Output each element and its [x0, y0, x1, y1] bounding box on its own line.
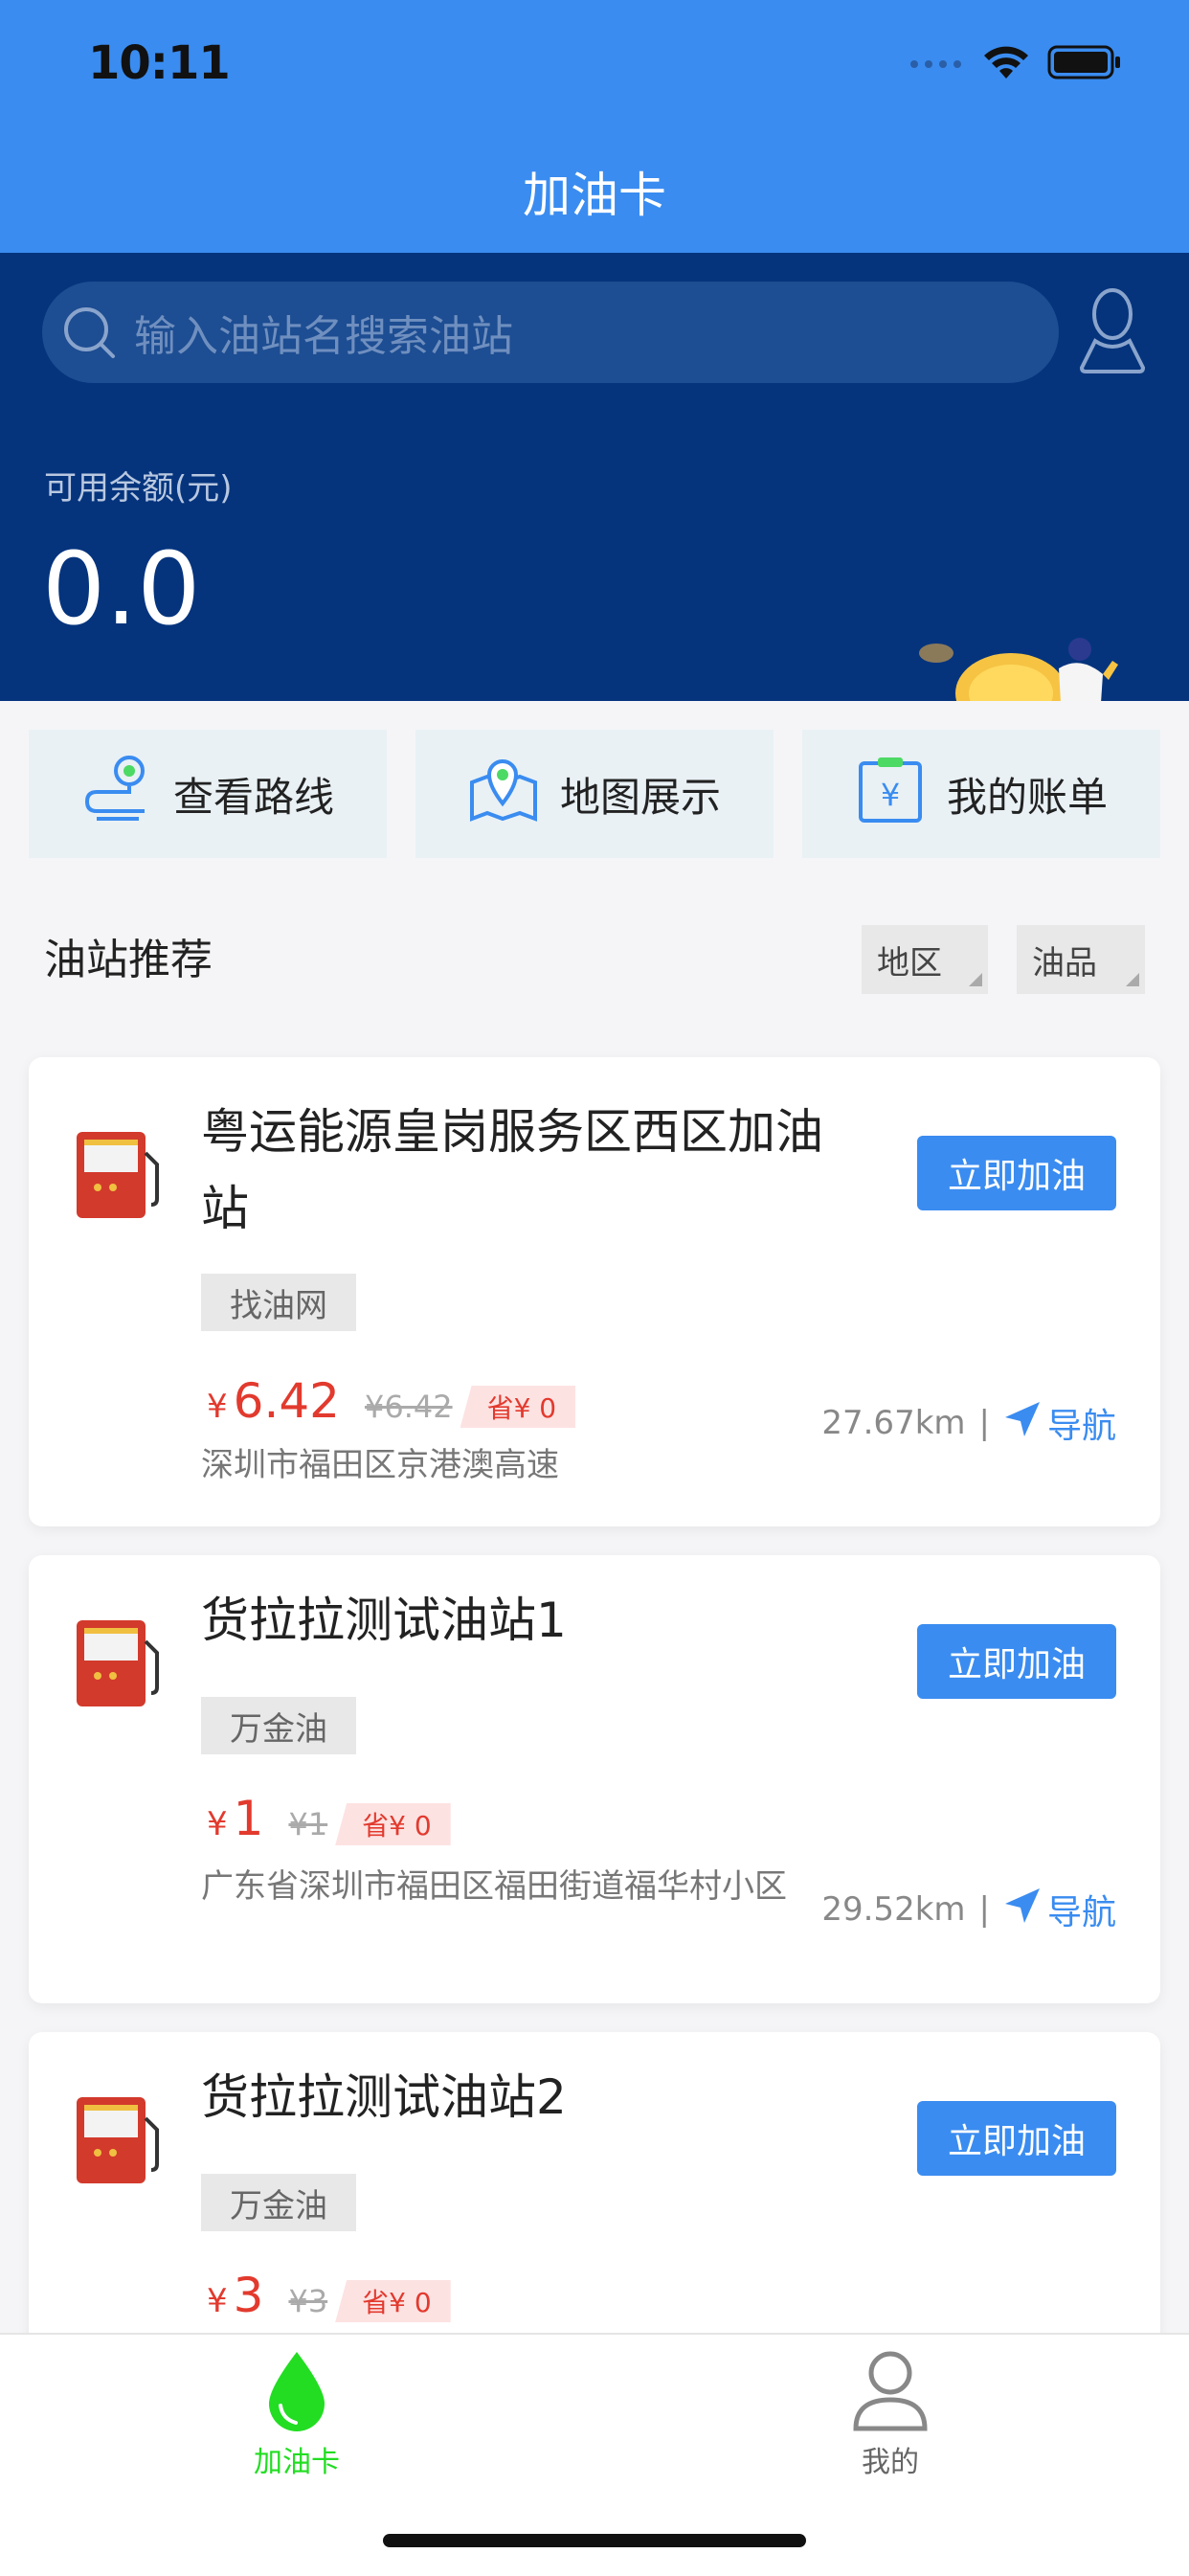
distance: 27.67km — [821, 1404, 966, 1442]
dropdown-indicator-icon — [969, 973, 982, 986]
balance-label: 可用余额(元) — [44, 469, 233, 508]
tab-fuel-card[interactable]: 加油卡 — [153, 2350, 440, 2480]
person-icon — [747, 2350, 1034, 2436]
coin-illustration — [915, 636, 1118, 701]
refuel-now-button[interactable]: 立即加油 — [917, 2101, 1116, 2176]
status-icons — [909, 44, 1122, 84]
station-address: 深圳市福田区京港澳高速 — [201, 1446, 559, 1484]
battery-icon — [1047, 44, 1122, 84]
drop-icon — [153, 2350, 440, 2436]
section-title: 油站推荐 — [44, 936, 213, 984]
distance-row: 29.52km | 导航 — [821, 1885, 1116, 1934]
separator: | — [978, 1890, 990, 1929]
price-row: ¥ 1 ¥1 省¥ 0 — [207, 1791, 451, 1846]
quick-action-route[interactable]: 查看路线 — [29, 730, 387, 858]
home-indicator — [383, 2534, 806, 2547]
station-card[interactable]: 粤运能源皇岗服务区西区加油站 找油网 ¥ 6.42 ¥6.42 省¥ 0 深圳市… — [29, 1057, 1160, 1526]
distance-row: 27.67km | 导航 — [821, 1398, 1116, 1448]
navigate-label: 导航 — [1046, 1407, 1116, 1446]
navigation-arrow-icon — [1003, 1887, 1042, 1933]
station-name: 粤运能源皇岗服务区西区加油站 — [201, 1104, 823, 1236]
navigation-arrow-icon — [1003, 1400, 1042, 1447]
savings-badge: 省¥ 0 — [335, 1803, 451, 1845]
tab-label: 加油卡 — [254, 2446, 340, 2479]
quick-action-map[interactable]: 地图展示 — [415, 730, 774, 858]
tab-mine[interactable]: 我的 — [747, 2350, 1034, 2480]
svg-text:¥: ¥ — [881, 777, 900, 813]
currency-symbol: ¥ — [207, 1805, 228, 1843]
fuel-pump-icon — [71, 1126, 163, 1226]
dropdown-indicator-icon — [1126, 973, 1139, 986]
map-icon — [468, 754, 539, 834]
fuel-filter-label: 油品 — [1032, 943, 1097, 983]
page-title: 加油卡 — [523, 168, 666, 223]
user-icon[interactable] — [1079, 285, 1146, 379]
balance-value: 0.0 — [42, 531, 201, 647]
original-price: ¥3 — [288, 2283, 328, 2319]
price-row: ¥ 6.42 ¥6.42 省¥ 0 — [207, 1373, 576, 1429]
currency-symbol: ¥ — [207, 1388, 228, 1426]
station-address: 广东省深圳市福田区福田街道福华村小区 — [201, 1867, 787, 1906]
station-card[interactable]: 货拉拉测试油站2 万金油 ¥ 3 ¥3 省¥ 0 立即加油 — [29, 2032, 1160, 2377]
distance: 29.52km — [821, 1890, 966, 1929]
quick-action-label: 查看路线 — [172, 773, 334, 821]
tab-label: 我的 — [862, 2446, 919, 2479]
separator: | — [978, 1404, 990, 1442]
navigation-header: 10:11 加油卡 — [0, 0, 1189, 253]
station-card[interactable]: 货拉拉测试油站1 万金油 ¥ 1 ¥1 省¥ 0 广东省深圳市福田区福田街道福华… — [29, 1555, 1160, 2003]
original-price: ¥1 — [288, 1806, 328, 1842]
navigate-link[interactable]: 导航 — [1003, 1885, 1116, 1934]
quick-action-bill[interactable]: ¥ 我的账单 — [802, 730, 1160, 858]
price: 6.42 — [233, 1373, 340, 1429]
savings-badge: 省¥ 0 — [335, 2280, 451, 2322]
quick-action-label: 地图展示 — [559, 773, 721, 821]
wifi-icon — [982, 44, 1030, 84]
navigate-label: 导航 — [1046, 1893, 1116, 1932]
search-input[interactable]: 输入油站名搜索油站 — [42, 282, 1059, 383]
region-filter[interactable]: 地区 — [862, 925, 988, 994]
station-source-tag: 找油网 — [201, 1274, 356, 1331]
balance-hero: 输入油站名搜索油站 可用余额(元) 0.0 — [0, 253, 1189, 701]
price: 3 — [233, 2268, 264, 2323]
station-name: 货拉拉测试油站2 — [201, 2069, 567, 2125]
cellular-signal-icon — [909, 56, 965, 74]
route-icon — [81, 754, 152, 834]
bill-icon: ¥ — [855, 754, 926, 834]
search-placeholder: 输入油站名搜索油站 — [134, 312, 513, 361]
quick-action-label: 我的账单 — [946, 773, 1108, 821]
currency-symbol: ¥ — [207, 2282, 228, 2320]
navigate-link[interactable]: 导航 — [1003, 1398, 1116, 1448]
station-source-tag: 万金油 — [201, 2174, 356, 2231]
search-icon — [61, 305, 117, 360]
region-filter-label: 地区 — [877, 943, 942, 983]
status-time: 10:11 — [88, 36, 231, 90]
fuel-filter[interactable]: 油品 — [1017, 925, 1145, 994]
fuel-pump-icon — [71, 1615, 163, 1714]
station-source-tag: 万金油 — [201, 1697, 356, 1754]
refuel-now-button[interactable]: 立即加油 — [917, 1136, 1116, 1210]
fuel-pump-icon — [71, 2091, 163, 2191]
price: 1 — [233, 1791, 264, 1846]
station-name: 货拉拉测试油站1 — [201, 1593, 567, 1648]
price-row: ¥ 3 ¥3 省¥ 0 — [207, 2268, 451, 2323]
refuel-now-button[interactable]: 立即加油 — [917, 1624, 1116, 1699]
original-price: ¥6.42 — [364, 1389, 453, 1425]
savings-badge: 省¥ 0 — [460, 1386, 576, 1428]
